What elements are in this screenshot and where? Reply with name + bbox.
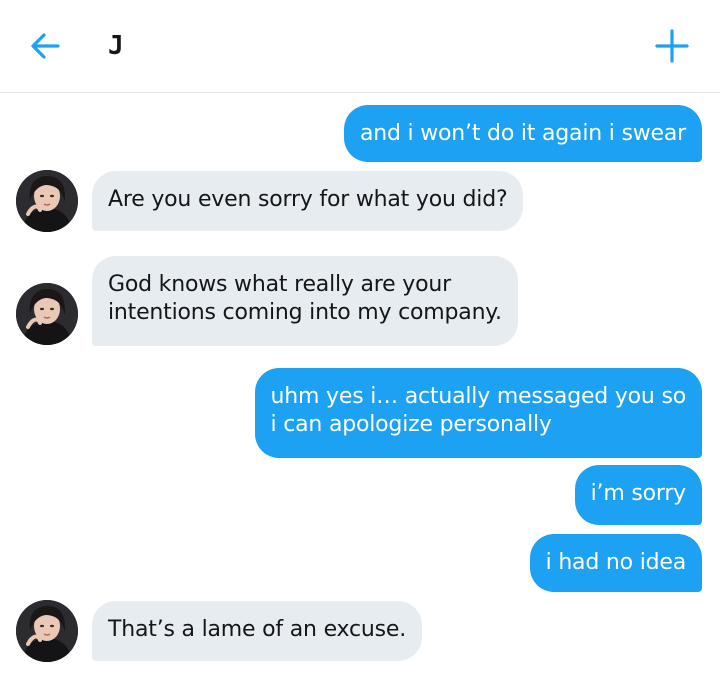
message-text-line: God knows what really are your: [108, 272, 451, 297]
dm-conversation-screen: J and i won’t do it again i swear Are yo…: [0, 0, 720, 680]
message-text-line: uhm yes i… actually messaged you so: [270, 384, 687, 409]
message-row: i had no idea: [0, 534, 720, 592]
message-row: i’m sorry: [0, 465, 720, 525]
back-button[interactable]: [24, 24, 68, 68]
message-row: That’s a lame of an excuse.: [0, 600, 720, 662]
conversation-title[interactable]: J: [108, 28, 124, 64]
message-text-line: i can apologize personally: [270, 412, 552, 437]
contact-avatar[interactable]: [16, 170, 78, 232]
arrow-left-icon: [31, 33, 60, 59]
sent-message-bubble[interactable]: i had no idea: [529, 534, 702, 592]
message-text: i’m sorry: [590, 481, 687, 506]
avatar-photo: [16, 283, 78, 345]
message-row: and i won’t do it again i swear: [0, 105, 720, 162]
message-row: God knows what really are your intention…: [0, 256, 720, 346]
plus-icon: [655, 29, 689, 63]
sent-message-bubble[interactable]: and i won’t do it again i swear: [343, 105, 702, 162]
conversation-header: J: [0, 0, 720, 93]
new-message-button[interactable]: [648, 22, 696, 70]
message-text: Are you even sorry for what you did?: [108, 187, 508, 212]
message-thread[interactable]: and i won’t do it again i swear Are you …: [0, 93, 720, 680]
contact-avatar[interactable]: [16, 600, 78, 662]
received-message-bubble[interactable]: That’s a lame of an excuse.: [92, 601, 422, 661]
avatar-photo: [16, 600, 78, 662]
message-row: Are you even sorry for what you did?: [0, 170, 720, 232]
message-text: and i won’t do it again i swear: [359, 121, 686, 146]
received-message-bubble[interactable]: God knows what really are your intention…: [92, 256, 518, 346]
contact-avatar[interactable]: [16, 283, 78, 345]
received-message-bubble[interactable]: Are you even sorry for what you did?: [92, 171, 524, 231]
message-text: i had no idea: [545, 550, 687, 575]
sent-message-bubble[interactable]: i’m sorry: [574, 465, 702, 525]
message-text: That’s a lame of an excuse.: [108, 617, 406, 642]
message-text-line: intentions coming into my company.: [108, 300, 502, 325]
sent-message-bubble[interactable]: uhm yes i… actually messaged you so i ca…: [254, 368, 702, 458]
message-row: uhm yes i… actually messaged you so i ca…: [0, 368, 720, 458]
avatar-photo: [16, 170, 78, 232]
